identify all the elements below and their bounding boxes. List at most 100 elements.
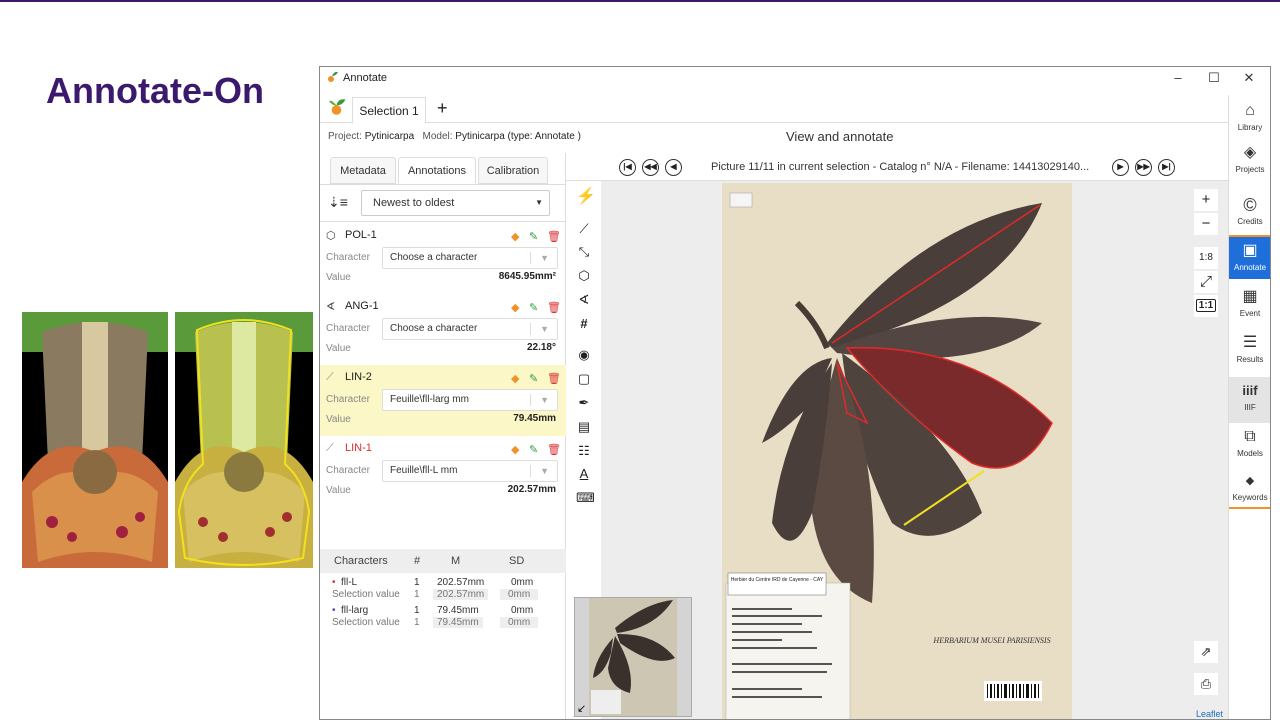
- tab-selection-1[interactable]: Selection 1: [352, 97, 426, 124]
- annotation-value: 202.57mm: [507, 484, 556, 495]
- annotation-item-selected[interactable]: ⟋ LIN-2 ◆ ✎ 🗑 Character Feuille\fll-larg m…: [320, 365, 566, 436]
- tag-icon[interactable]: ◆: [511, 443, 529, 456]
- chevron-down-icon: ▼: [540, 466, 549, 476]
- annotation-name: LIN-2: [345, 371, 372, 383]
- character-label: Character: [326, 252, 370, 263]
- delete-icon[interactable]: 🗑: [547, 230, 565, 243]
- tag-icon[interactable]: ◆: [511, 372, 529, 385]
- overview-thumbnail[interactable]: ↙: [574, 597, 692, 717]
- tab-metadata[interactable]: Metadata: [330, 157, 396, 184]
- chevron-down-icon: ▼: [540, 395, 549, 405]
- slide-top-rule: [0, 0, 1280, 2]
- lightning-icon[interactable]: ⚡: [576, 189, 596, 205]
- bullet-icon: •: [332, 577, 336, 588]
- tag-icon[interactable]: ◆: [511, 301, 529, 314]
- delete-icon[interactable]: 🗑: [547, 443, 565, 456]
- tag-icon[interactable]: ◆: [511, 230, 529, 243]
- annotate-logo-icon: [329, 98, 347, 121]
- polyline-icon[interactable]: ⤡: [576, 244, 592, 260]
- sidebar-item-library[interactable]: ⌂ Library: [1229, 101, 1270, 149]
- text-icon[interactable]: A: [576, 466, 592, 482]
- line-icon: ⟋: [326, 442, 334, 454]
- herbarium-specimen-image[interactable]: Herbier du Centre IRD de Cayenne - CAY H…: [722, 183, 1072, 719]
- collapse-arrow-icon[interactable]: ↙: [577, 702, 586, 715]
- chevron-down-icon: ▼: [540, 324, 549, 334]
- slide-title: Annotate-On: [46, 70, 264, 111]
- last-picture-button[interactable]: ▶|: [1158, 159, 1175, 176]
- sort-order-select[interactable]: Newest to oldest ▼: [361, 190, 550, 216]
- annotation-value: 79.45mm: [513, 413, 556, 424]
- ocr-icon[interactable]: ⌨: [576, 490, 595, 506]
- selection-tab-bar: Selection 1 +: [320, 95, 1228, 124]
- close-button[interactable]: ✕: [1237, 69, 1261, 87]
- chevron-down-icon: ▼: [540, 253, 549, 263]
- add-tab-button[interactable]: +: [437, 98, 448, 119]
- grid-icon[interactable]: #: [576, 316, 592, 332]
- print-icon[interactable]: ⎙: [1194, 673, 1218, 695]
- sidebar-item-annotate[interactable]: ▣ Annotate: [1229, 237, 1270, 279]
- sidebar-item-event[interactable]: ▦ Event: [1229, 287, 1270, 331]
- annotation-item[interactable]: ⟋ LIN-1 ◆ ✎ 🗑 Character Feuille\fll-L mm ▼…: [320, 436, 566, 507]
- value-label: Value: [326, 485, 351, 496]
- herbarium-stamp: HERBARIUM MUSEI PARISIENSIS: [932, 636, 1050, 645]
- fast-next-button[interactable]: ▶▶: [1135, 159, 1152, 176]
- fast-previous-button[interactable]: ◀◀: [642, 159, 659, 176]
- image-viewer: |◀ ◀◀ ◀ Picture 11/11 in current selecti…: [566, 153, 1228, 719]
- color-picker-icon[interactable]: ✒: [576, 395, 592, 411]
- next-picture-button[interactable]: ▶: [1112, 159, 1129, 176]
- polygon-icon: ⬡: [326, 230, 336, 242]
- delete-icon[interactable]: 🗑: [547, 372, 565, 385]
- transcription-icon[interactable]: ▤: [576, 419, 592, 435]
- character-select[interactable]: Choose a character ▼: [382, 247, 558, 269]
- previous-picture-button[interactable]: ◀: [665, 159, 682, 176]
- sort-desc-icon[interactable]: ⇣≡: [328, 194, 348, 211]
- annotation-name: ANG-1: [345, 300, 379, 312]
- marker-icon[interactable]: ◉: [576, 347, 592, 363]
- sidebar-item-models[interactable]: ⧉ Models: [1229, 427, 1270, 471]
- annotate-logo-icon: [327, 71, 339, 86]
- project-name: Pytinicarpa: [364, 131, 415, 142]
- edit-icon[interactable]: ✎: [529, 372, 547, 385]
- list-icon[interactable]: ☷: [576, 443, 592, 459]
- flower-image-annotated: [175, 312, 313, 568]
- list-icon: ☰: [1242, 334, 1258, 351]
- window-titlebar: Annotate – ☐ ✕: [320, 67, 1270, 89]
- models-icon: ⧉: [1244, 428, 1256, 445]
- fit-screen-button[interactable]: ⤢: [1194, 271, 1218, 293]
- character-select[interactable]: Feuille\fll-larg mm ▼: [382, 389, 558, 411]
- annotation-name: POL-1: [345, 229, 377, 241]
- sort-row: ⇣≡ Newest to oldest ▼: [320, 184, 566, 222]
- annotation-item[interactable]: ∢ ANG-1 ◆ ✎ 🗑 Character Choose a character…: [320, 294, 566, 365]
- picture-navigation: |◀ ◀◀ ◀ Picture 11/11 in current selecti…: [566, 153, 1228, 181]
- line-icon[interactable]: ⟋: [576, 221, 592, 237]
- edit-icon[interactable]: ✎: [529, 230, 547, 243]
- character-label: Character: [326, 394, 370, 405]
- character-select[interactable]: Choose a character ▼: [382, 318, 558, 340]
- export-icon[interactable]: ⇗: [1194, 641, 1218, 663]
- angle-icon[interactable]: ∢: [576, 292, 592, 308]
- model-label: Model:: [422, 131, 453, 142]
- minimize-button[interactable]: –: [1166, 69, 1190, 87]
- sidebar-item-projects[interactable]: ◈ Projects: [1229, 143, 1270, 191]
- polygon-icon[interactable]: ⬡: [576, 268, 592, 284]
- tab-annotations[interactable]: Annotations: [398, 157, 476, 184]
- edit-icon[interactable]: ✎: [529, 301, 547, 314]
- zoom-in-button[interactable]: +: [1194, 189, 1218, 211]
- value-label: Value: [326, 343, 351, 354]
- first-picture-button[interactable]: |◀: [619, 159, 636, 176]
- tab-calibration[interactable]: Calibration: [478, 157, 548, 184]
- leaflet-link[interactable]: Leaflet: [1196, 709, 1223, 719]
- zoom-out-button[interactable]: −: [1194, 213, 1218, 235]
- view-title: View and annotate: [786, 129, 894, 144]
- character-label: Character: [326, 323, 370, 334]
- sidebar-item-keywords[interactable]: ◆ Keywords: [1229, 471, 1270, 507]
- rectangle-icon[interactable]: ▢: [576, 371, 592, 387]
- sidebar-item-iiif[interactable]: iiif IIIF: [1229, 377, 1270, 423]
- delete-icon[interactable]: 🗑: [547, 301, 565, 314]
- one-to-one-button[interactable]: 1:1: [1194, 295, 1218, 317]
- sidebar-item-results[interactable]: ☰ Results: [1229, 333, 1270, 377]
- character-select[interactable]: Feuille\fll-L mm ▼: [382, 460, 558, 482]
- maximize-button[interactable]: ☐: [1202, 69, 1226, 87]
- annotation-item[interactable]: ⬡ POL-1 ◆ ✎ 🗑 Character Choose a character…: [320, 223, 566, 294]
- edit-icon[interactable]: ✎: [529, 443, 547, 456]
